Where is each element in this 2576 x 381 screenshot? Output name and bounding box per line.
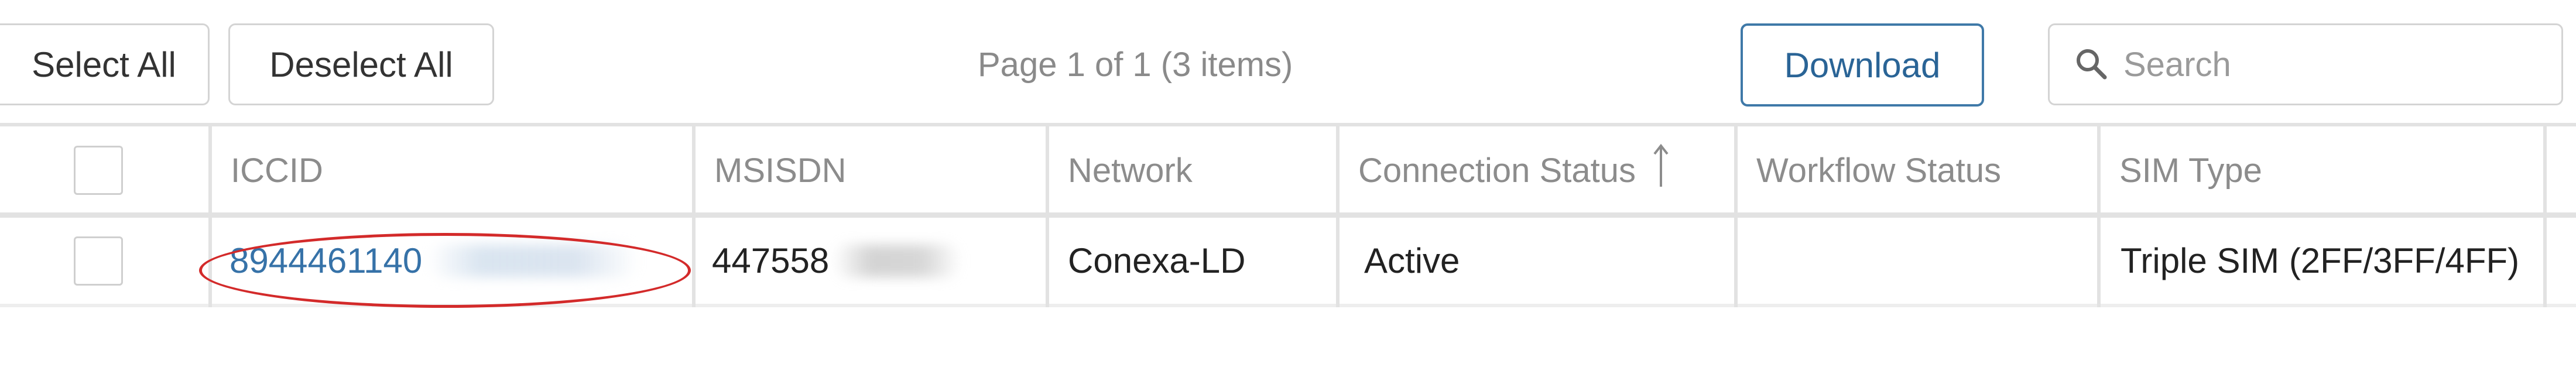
column-header-iccid[interactable]: ICCID: [212, 126, 692, 214]
select-all-button[interactable]: Select All: [0, 23, 210, 105]
sort-ascending-icon: [1652, 143, 1670, 188]
search-input[interactable]: [2123, 44, 2533, 84]
sim-type-value: Triple SIM (2FF/3FF/4FF): [2121, 241, 2520, 280]
column-header-label: Network: [1068, 151, 1193, 190]
select-all-checkbox[interactable]: [74, 146, 123, 195]
column-header-label: ICCID: [231, 151, 323, 190]
msisdn-value: 447558: [712, 241, 830, 280]
row-divider: [0, 304, 2576, 307]
download-button[interactable]: Download: [1741, 23, 1984, 107]
row-checkbox[interactable]: [74, 236, 123, 286]
column-header-msisdn[interactable]: MSISDN: [696, 126, 1046, 214]
column-header-workflow-status[interactable]: Workflow Status: [1738, 126, 2097, 214]
sim-table: ICCID MSISDN Network Connection Status W…: [0, 123, 2576, 307]
workflow-status-cell: [1738, 218, 2097, 304]
redacted-msisdn-digits: [833, 244, 962, 277]
network-cell: Conexa-LD: [1049, 218, 1336, 304]
deselect-all-button[interactable]: Deselect All: [228, 23, 494, 105]
column-header-label: Workflow Status: [1756, 151, 2001, 190]
table-row[interactable]: 8944461140 447558 Conexa-LD Active Tripl…: [0, 218, 2576, 304]
connection-status-value: Active: [1364, 241, 1460, 280]
column-header-network[interactable]: Network: [1049, 126, 1336, 214]
table-header-row: ICCID MSISDN Network Connection Status W…: [0, 126, 2576, 214]
network-value: Conexa-LD: [1068, 241, 1246, 280]
search-icon: [2073, 46, 2111, 83]
sim-type-cell: Triple SIM (2FF/3FF/4FF): [2101, 218, 2543, 304]
column-header-label: Connection Status: [1358, 151, 1636, 190]
column-header-label: SIM Type: [2119, 151, 2262, 190]
column-header-label: MSISDN: [714, 151, 847, 190]
pager-status: Page 1 of 1 (3 items): [978, 45, 1293, 84]
column-header-sim-type[interactable]: SIM Type: [2101, 126, 2543, 214]
msisdn-cell: 447558: [696, 218, 1046, 304]
iccid-link[interactable]: 8944461140: [229, 241, 422, 281]
row-select-cell: [0, 218, 208, 304]
header-select-cell: [0, 126, 208, 214]
connection-status-cell: Active: [1340, 218, 1734, 304]
column-header-connection-status[interactable]: Connection Status: [1340, 126, 1734, 214]
search-box[interactable]: [2048, 23, 2563, 105]
iccid-cell: 8944461140: [212, 218, 692, 304]
redacted-iccid-digits: [428, 244, 639, 277]
